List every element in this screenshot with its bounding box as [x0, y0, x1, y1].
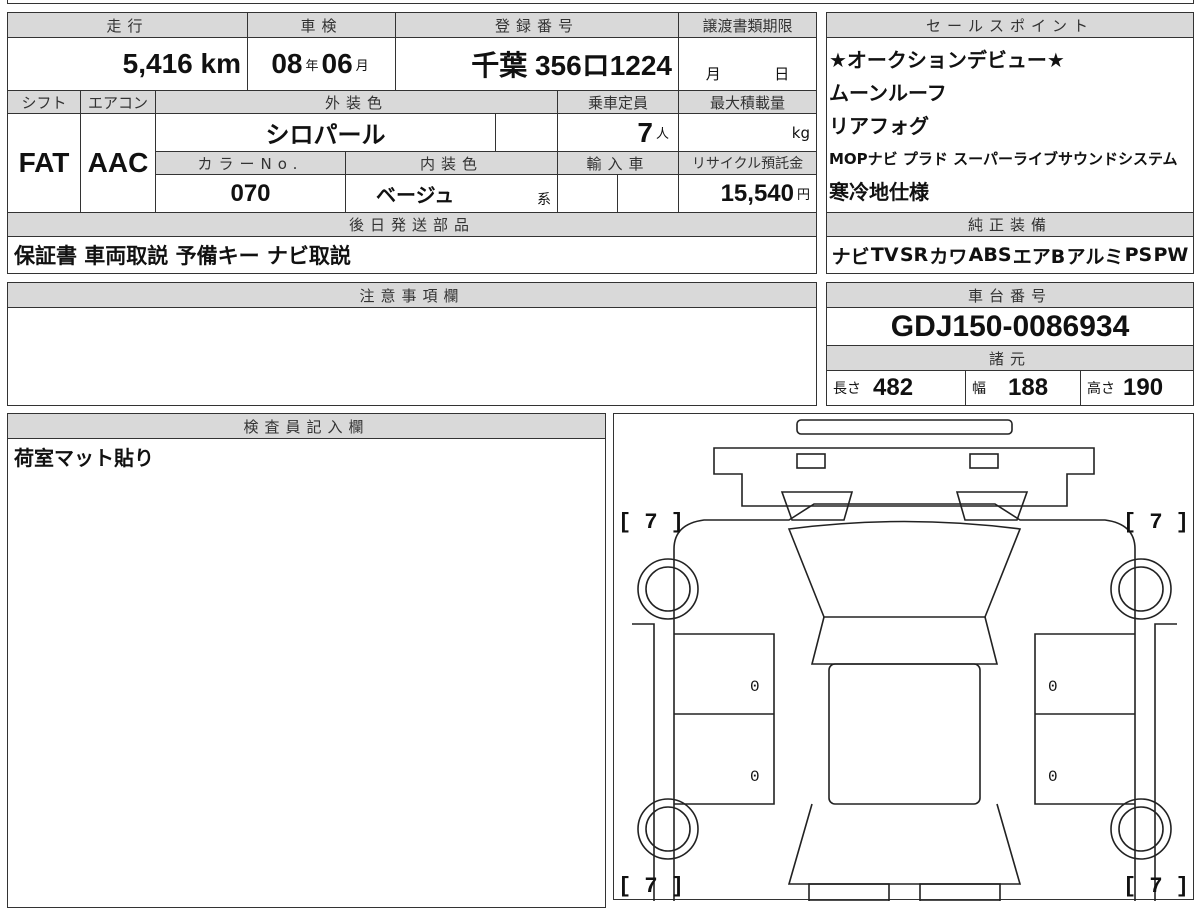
corner-label-front-left: [ 7 ] — [618, 510, 685, 535]
equipment-item: アルミ — [1066, 245, 1124, 268]
notes-label: 注意事項欄 — [7, 282, 817, 308]
length-value: 482 — [873, 374, 914, 401]
door-mark-front-right: 0 — [1048, 678, 1058, 696]
inspection-label: 車検 — [247, 12, 396, 38]
inspection-year: 08 — [271, 48, 303, 79]
inspector-label: 検査員記入欄 — [7, 413, 606, 439]
sales-point: ムーンルーフ — [829, 81, 947, 105]
inspection-value: 08 年 06 月 — [247, 37, 396, 91]
height-value: 190 — [1123, 374, 1164, 401]
transfer-deadline-value: 月日 — [678, 37, 817, 91]
color-no-label: カラーNo. — [155, 151, 346, 175]
sales-point: ★オークションデビュー★ — [829, 48, 1065, 72]
import-cell-2 — [617, 174, 679, 213]
car-outline-icon — [632, 419, 1177, 902]
odometer-label: 走行 — [7, 12, 248, 38]
import-cell-1 — [557, 174, 618, 213]
aircon-label: エアコン — [80, 90, 156, 114]
shift-value: FAT — [7, 113, 81, 213]
aircon-value: AAC — [80, 113, 156, 213]
exterior-color-value: シロパール — [155, 113, 496, 152]
month-unit: 月 — [355, 57, 369, 73]
spec-width: 幅 188 — [965, 370, 1081, 406]
deadline-month: 月 — [705, 65, 721, 83]
recycle-amount: 15,540 — [720, 179, 794, 207]
color-no-value: 070 — [155, 174, 346, 213]
height-label: 高さ — [1087, 381, 1115, 397]
specs-label: 諸元 — [826, 345, 1194, 371]
interior-color-text: ベージュ — [376, 183, 455, 207]
max-load-value: kg — [678, 113, 817, 152]
capacity-label: 乗車定員 — [557, 90, 679, 114]
spec-length: 長さ 482 — [826, 370, 966, 406]
width-label: 幅 — [972, 381, 986, 397]
odometer-number: 5,416 — [122, 48, 193, 79]
import-label: 輸入車 — [557, 151, 679, 175]
capacity-number: 7 — [637, 116, 653, 148]
sales-point: リアフォグ — [829, 114, 929, 138]
equipment-item: ABS — [968, 244, 1012, 266]
registration-value: 千葉 356ロ1224 — [395, 37, 679, 91]
top-strip — [7, 0, 1194, 4]
equipment-item: カワ — [929, 245, 968, 268]
registration-label: 登録番号 — [395, 12, 679, 38]
interior-color-suffix: 系 — [537, 192, 551, 208]
sales-points-label: セールスポイント — [826, 12, 1194, 38]
exterior-color-label: 外装色 — [155, 90, 558, 114]
capacity-value: 7人 — [557, 113, 679, 152]
notes-value — [7, 307, 817, 406]
interior-color-label: 内装色 — [345, 151, 558, 175]
length-label: 長さ — [833, 381, 861, 397]
transfer-deadline-label: 譲渡書類期限 — [678, 12, 817, 38]
equipment-item: エアB — [1012, 245, 1066, 268]
odometer-unit: km — [200, 48, 241, 79]
equipment-list: ナビ TV SR カワ ABS エアB アルミ PS PW — [826, 236, 1194, 274]
max-load-label: 最大積載量 — [678, 90, 817, 114]
door-mark-rear-left: 0 — [750, 768, 760, 786]
deadline-day: 日 — [774, 65, 790, 83]
equipment-item: PW — [1153, 244, 1189, 266]
car-damage-diagram: [ 7 ] [ 7 ] [ 7 ] [ 7 ] 0 0 0 0 — [613, 413, 1194, 902]
equipment-label: 純正装備 — [826, 212, 1194, 237]
corner-label-rear-left: [ 7 ] — [618, 874, 685, 899]
recycle-unit: 円 — [796, 187, 810, 202]
chassis-label: 車台番号 — [826, 282, 1194, 308]
exterior-color-extra — [495, 113, 558, 152]
odometer-value: 5,416 km — [7, 37, 248, 91]
capacity-unit: 人 — [655, 126, 669, 141]
door-mark-rear-right: 0 — [1048, 768, 1058, 786]
corner-label-front-right: [ 7 ] — [1122, 510, 1189, 535]
chassis-value: GDJ150-0086934 — [826, 307, 1194, 346]
year-unit: 年 — [305, 57, 319, 73]
door-mark-front-left: 0 — [750, 678, 760, 696]
equipment-item: PS — [1124, 244, 1153, 266]
sales-point: 寒冷地仕様 — [829, 180, 929, 204]
equipment-item: SR — [899, 244, 929, 266]
spec-height: 高さ 190 — [1080, 370, 1194, 406]
corner-label-rear-right: [ 7 ] — [1122, 874, 1189, 899]
sales-points-list: ★オークションデビュー★ ムーンルーフ リアフォグ MOPナビ プラド スーパー… — [826, 37, 1194, 213]
equipment-item: ナビ — [831, 245, 870, 268]
later-parts-label: 後日発送部品 — [7, 212, 817, 237]
equipment-item: TV — [870, 244, 899, 266]
recycle-value: 15,540 円 — [678, 174, 817, 213]
recycle-label: リサイクル預託金 — [678, 151, 817, 175]
inspector-notes: 荷室マット貼り — [7, 438, 606, 908]
shift-label: シフト — [7, 90, 81, 114]
interior-color-value: ベージュ 系 — [345, 174, 558, 213]
inspection-month: 06 — [321, 48, 353, 79]
later-parts-value: 保証書 車両取説 予備キー ナビ取説 — [7, 236, 817, 274]
sales-point: MOPナビ プラド スーパーライブサウンドシステム — [829, 150, 1178, 168]
width-value: 188 — [1008, 374, 1049, 401]
